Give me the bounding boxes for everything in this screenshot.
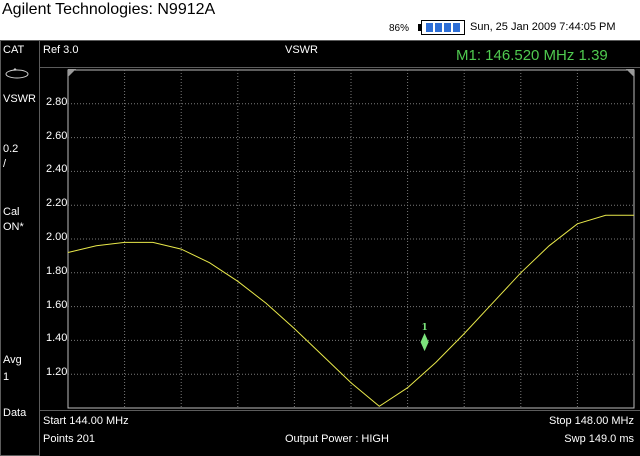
- y-tick-label: 2.80: [46, 95, 68, 108]
- marker-readout: M1: 146.520 MHz 1.39: [456, 47, 608, 64]
- scale-value[interactable]: 0.2: [3, 143, 18, 156]
- marker-1-icon[interactable]: [420, 333, 429, 352]
- plot-header: Ref 3.0 VSWR M1: 146.520 MHz 1.39: [40, 40, 640, 68]
- battery-percent: 86%: [389, 23, 410, 34]
- title-bar: Agilent Technologies: N9912A 86% Sun, 25…: [0, 0, 640, 40]
- scale-unit: /: [3, 158, 7, 170]
- battery-cell: [444, 23, 451, 32]
- y-tick-label: 2.20: [46, 197, 68, 210]
- app-title: Agilent Technologies: N9912A: [2, 1, 216, 18]
- datetime: Sun, 25 Jan 2009 7:44:05 PM: [470, 21, 616, 33]
- stop-frequency[interactable]: Stop 148.00 MHz: [549, 415, 634, 427]
- data-label[interactable]: Data: [3, 407, 26, 420]
- trace-format[interactable]: VSWR: [3, 93, 36, 106]
- sidebar: CAT VSWR 0.2 / Cal ON* Avg 1 Data: [0, 40, 40, 456]
- battery-cell: [435, 23, 442, 32]
- start-frequency[interactable]: Start 144.00 MHz: [43, 415, 129, 427]
- output-power[interactable]: Output Power : HIGH: [285, 433, 389, 445]
- y-tick-label: 1.80: [46, 264, 68, 277]
- y-tick-label: 2.40: [46, 163, 68, 176]
- points[interactable]: Points 201: [43, 433, 95, 445]
- y-tick-label: 1.60: [46, 298, 68, 311]
- measurement-cat[interactable]: CAT: [3, 44, 24, 57]
- avg-label[interactable]: Avg: [3, 354, 22, 367]
- y-tick-label: 1.20: [46, 366, 68, 379]
- plot-footer: Start 144.00 MHz Stop 148.00 MHz Points …: [40, 410, 640, 456]
- reference-level[interactable]: Ref 3.0: [43, 44, 78, 56]
- battery-cell: [453, 23, 460, 32]
- vswr-chart[interactable]: 1: [40, 68, 640, 410]
- sweep-continuous-icon: [5, 68, 29, 79]
- avg-value: 1: [3, 371, 10, 383]
- left-edge-tab-icon: [68, 69, 76, 77]
- measurement-mode: VSWR: [285, 44, 318, 56]
- marker-label: 1: [421, 323, 427, 333]
- battery-icon: [418, 20, 465, 35]
- cal-label[interactable]: Cal: [3, 206, 20, 219]
- right-edge-tab-icon: [626, 69, 634, 77]
- cal-state: ON*: [3, 221, 24, 233]
- battery-cell: [426, 23, 433, 32]
- y-tick-label: 2.00: [46, 231, 68, 243]
- y-tick-label: 1.40: [46, 332, 68, 345]
- y-tick-label: 2.60: [46, 129, 68, 142]
- plot-area[interactable]: 1 2.80 2.60 2.40 2.20 2.00 1.80 1.60 1.40 1.20: [40, 68, 640, 410]
- sweep-time[interactable]: Swp 149.0 ms: [564, 433, 634, 445]
